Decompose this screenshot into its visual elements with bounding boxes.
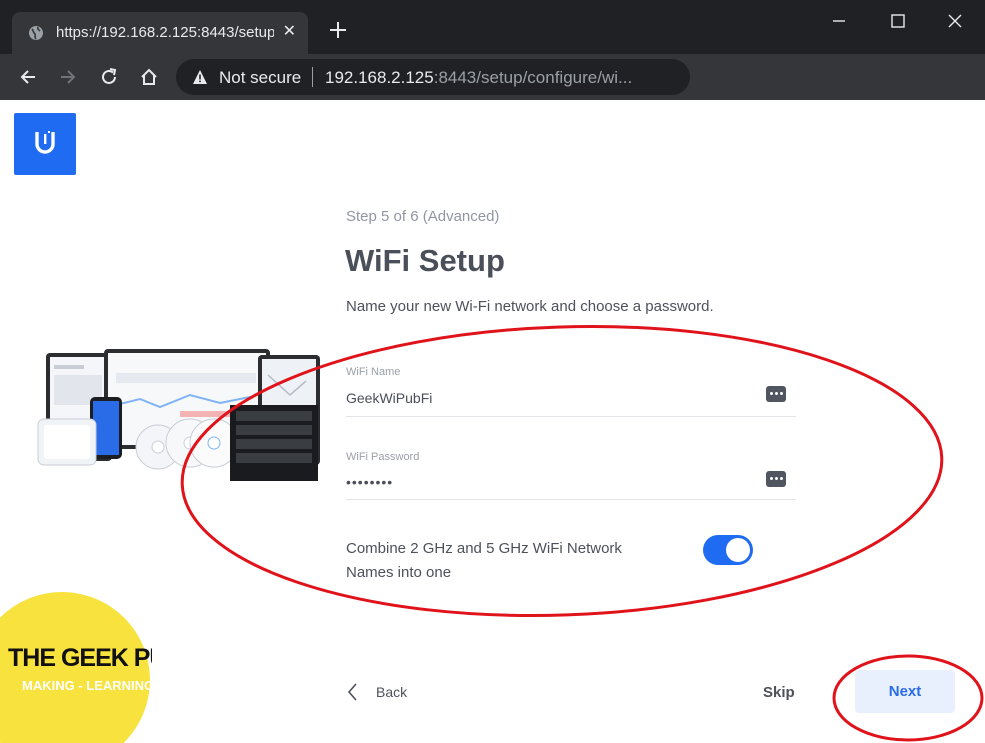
next-button[interactable]: Next — [855, 670, 955, 713]
page-subtitle: Name your new Wi-Fi network and choose a… — [346, 298, 714, 315]
page-title: WiFi Setup — [345, 243, 505, 278]
omnibox-divider — [312, 67, 313, 87]
wifi-password-input[interactable]: •••••••• — [346, 474, 393, 490]
wifi-name-label: WiFi Name — [346, 366, 401, 378]
minimize-icon[interactable] — [828, 10, 850, 32]
back-button-label: Back — [376, 684, 408, 700]
combine-networks-label: Combine 2 GHz and 5 GHz WiFi Network Nam… — [346, 540, 622, 581]
password-manager-icon[interactable] — [766, 386, 786, 402]
watermark-title: THE GEEK PUB — [8, 644, 152, 672]
browser-tab-strip: https://192.168.2.125:8443/setup/configu… — [0, 0, 985, 54]
wifi-password-field[interactable]: WiFi Password •••••••• — [346, 451, 796, 500]
address-bar[interactable]: Not secure 192.168.2.125:8443/setup/conf… — [176, 59, 690, 95]
chevron-left-icon — [347, 683, 357, 701]
back-arrow-icon[interactable] — [17, 66, 39, 88]
password-manager-icon[interactable] — [766, 471, 786, 487]
warning-icon[interactable] — [192, 69, 208, 85]
combine-networks-toggle[interactable] — [703, 535, 753, 565]
unifi-devices-illustration — [37, 349, 320, 481]
reload-icon[interactable] — [98, 66, 120, 88]
browser-toolbar: Not secure 192.168.2.125:8443/setup/conf… — [0, 54, 985, 100]
setup-step: Step 5 of 6 (Advanced) — [346, 208, 500, 225]
toggle-knob — [726, 538, 750, 562]
plus-icon[interactable] — [326, 18, 350, 42]
window-close-icon[interactable] — [944, 10, 966, 32]
wifi-name-input[interactable]: GeekWiPubFi — [346, 390, 432, 406]
maximize-icon[interactable] — [887, 10, 909, 32]
watermark-tagline: MAKING - LEARNING — [22, 678, 152, 693]
forward-arrow-icon[interactable] — [57, 66, 79, 88]
url-path: :8443/setup/configure/wi... — [433, 68, 633, 87]
skip-button[interactable]: Skip — [763, 684, 795, 701]
home-icon[interactable] — [138, 66, 160, 88]
unifi-logo-icon — [35, 131, 55, 154]
close-icon[interactable]: ✕ — [283, 23, 296, 41]
url-text: 192.168.2.125:8443/setup/configure/wi... — [325, 68, 665, 88]
security-label: Not secure — [219, 68, 302, 87]
watermark-badge: THE GEEK PUB MAKING - LEARNING — [0, 592, 152, 743]
wifi-password-label: WiFi Password — [346, 451, 420, 463]
unifi-logo — [14, 113, 76, 175]
globe-icon — [29, 26, 43, 40]
wifi-name-field[interactable]: WiFi Name GeekWiPubFi — [346, 366, 796, 417]
browser-tab[interactable]: https://192.168.2.125:8443/setup/configu… — [12, 12, 308, 54]
url-host: 192.168.2.125 — [325, 68, 434, 87]
tab-title: https://192.168.2.125:8443/setup/configu… — [56, 24, 274, 41]
